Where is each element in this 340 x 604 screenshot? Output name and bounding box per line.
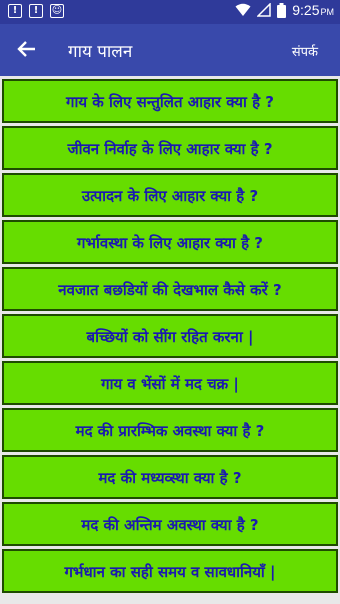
back-arrow-icon[interactable] xyxy=(14,36,40,62)
app-title: गाय पालन xyxy=(68,42,133,62)
list-item[interactable]: उत्पादन के लिए आहार क्या है ? xyxy=(2,173,338,217)
list-item[interactable]: गर्भधान का सही समय व सावधानियाँ | xyxy=(2,549,338,593)
list-item-label: गर्भावस्था के लिए आहार क्या है ? xyxy=(76,234,263,252)
list-item[interactable]: नवजात बछडियों की देखभाल कैसे करें ? xyxy=(2,267,338,311)
list-item[interactable]: मद की मध्यव्स्था क्या है ? xyxy=(2,455,338,499)
list-item-label: जीवन निर्वाह के लिए आहार क्या है ? xyxy=(67,140,273,158)
clock-ampm: PM xyxy=(320,7,335,17)
no-signal-icon xyxy=(257,3,271,17)
list-item[interactable]: मद की प्रारम्भिक अवस्था क्या है ? xyxy=(2,408,338,452)
list-item-label: उत्पादन के लिए आहार क्या है ? xyxy=(81,187,259,205)
clock-time: 9:25 xyxy=(292,2,320,18)
list-item-label: गाय के लिए सन्तुलित आहार क्या है ? xyxy=(66,93,274,111)
list-item[interactable]: गाय के लिए सन्तुलित आहार क्या है ? xyxy=(2,79,338,123)
list-item[interactable]: मद की अन्तिम अवस्था क्या है ? xyxy=(2,502,338,546)
list-item-label: मद की मध्यव्स्था क्या है ? xyxy=(98,469,242,487)
list-item-label: मद की प्रारम्भिक अवस्था क्या है ? xyxy=(75,422,265,440)
notification-icon: ! xyxy=(8,4,22,18)
list-item[interactable]: गाय व भेंसों में मद चक्र | xyxy=(2,361,338,405)
battery-icon xyxy=(277,2,287,18)
contact-button[interactable]: संपर्क xyxy=(292,42,318,60)
list-item[interactable]: जीवन निर्वाह के लिए आहार क्या है ? xyxy=(2,126,338,170)
wifi-icon xyxy=(235,3,251,16)
list-item[interactable]: बच्छियों को सींग रहित करना | xyxy=(2,314,338,358)
list-item-label: गाय व भेंसों में मद चक्र | xyxy=(101,375,239,393)
list-item-label: गर्भधान का सही समय व सावधानियाँ | xyxy=(64,563,276,581)
topic-list: गाय के लिए सन्तुलित आहार क्या है ? जीवन … xyxy=(0,76,340,593)
list-item-label: मद की अन्तिम अवस्था क्या है ? xyxy=(81,516,259,534)
status-bar: ! ! ☺ 9:25PM xyxy=(0,0,340,24)
list-item-label: नवजात बछडियों की देखभाल कैसे करें ? xyxy=(58,281,282,299)
app-bar: गाय पालन संपर्क xyxy=(0,24,340,76)
android-icon: ☺ xyxy=(50,4,64,18)
list-item[interactable]: गर्भावस्था के लिए आहार क्या है ? xyxy=(2,220,338,264)
clock: 9:25PM xyxy=(292,2,334,18)
list-item-label: बच्छियों को सींग रहित करना | xyxy=(86,328,254,346)
alert-icon: ! xyxy=(29,4,43,18)
